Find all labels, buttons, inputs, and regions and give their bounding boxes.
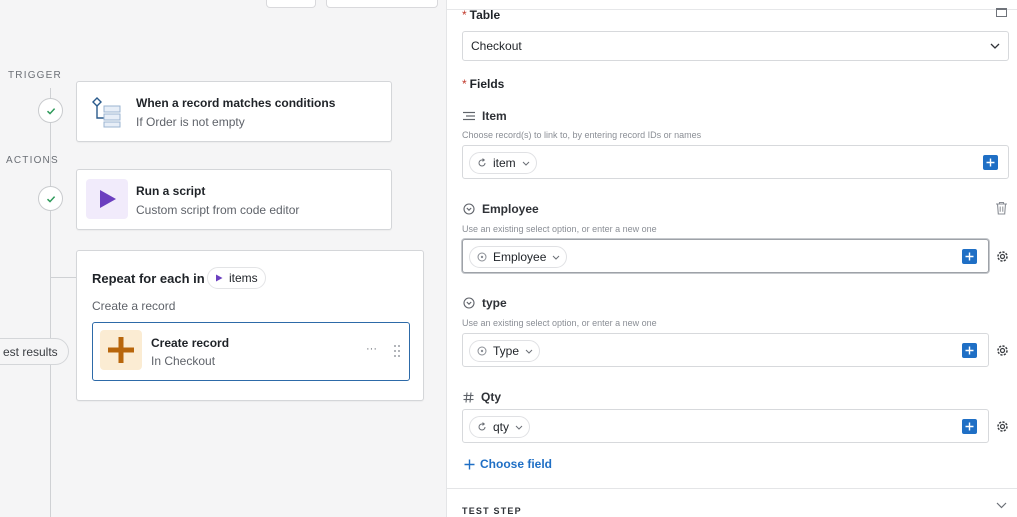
run-script-card[interactable]: Run a script Custom script from code edi… [76, 169, 392, 230]
item-token[interactable]: item [469, 152, 537, 174]
step-config-panel: * Table Checkout * Fields Item Choose reco… [446, 0, 1017, 517]
field-type-header: type [463, 296, 507, 310]
workflow-canvas: TRIGGER ACTIONS When a record matches co… [0, 0, 446, 517]
add-type-button[interactable] [962, 343, 977, 358]
test-step-section[interactable]: TEST STEP [447, 488, 1017, 517]
chevron-down-icon [553, 255, 560, 260]
plus-icon [965, 346, 974, 355]
check-icon [46, 107, 55, 115]
refresh-icon [478, 422, 486, 431]
toolbar-button-stub[interactable] [326, 0, 438, 8]
employee-token[interactable]: Employee [469, 246, 568, 268]
type-token-label: Type [493, 344, 520, 358]
number-field-icon [463, 391, 474, 403]
select-field-icon [463, 203, 475, 215]
field-employee-name: Employee [482, 202, 539, 216]
clock-icon [477, 346, 487, 356]
field-item-hint: Choose record(s) to link to, by entering… [462, 130, 702, 140]
create-record-subtitle: In Checkout [151, 354, 216, 368]
fields-label: * Fields [462, 77, 505, 91]
play-icon [86, 179, 128, 219]
chevron-down-icon [525, 349, 533, 354]
field-qty-header: Qty [463, 390, 501, 404]
field-employee-hint: Use an existing select option, or enter … [462, 224, 657, 234]
gear-icon[interactable] [995, 419, 1010, 434]
plus-icon [965, 252, 974, 261]
test-results-button[interactable]: est results [0, 338, 69, 365]
test-step-label: TEST STEP [462, 506, 522, 516]
plus-icon [986, 158, 995, 167]
chevron-down-icon [996, 502, 1007, 509]
trigger-section-label: TRIGGER [8, 70, 62, 81]
plus-icon [464, 459, 475, 469]
qty-token-label: qty [493, 420, 510, 434]
trigger-status-check [38, 98, 63, 123]
item-token-label: item [493, 156, 516, 170]
field-item-input[interactable]: item [462, 145, 1009, 179]
plus-icon [965, 422, 974, 431]
check-icon [46, 195, 55, 203]
field-type-input[interactable]: Type [462, 333, 989, 367]
toolbar-button-stub[interactable] [266, 0, 316, 8]
script-subtitle: Custom script from code editor [136, 203, 300, 217]
refresh-icon [478, 158, 486, 167]
items-chip-label: items [229, 271, 258, 285]
test-results-label: est results [3, 344, 58, 359]
select-field-icon [463, 297, 475, 309]
plus-icon [100, 330, 142, 370]
field-item-name: Item [482, 109, 507, 123]
panel-divider [447, 9, 1017, 10]
repeat-group-card[interactable]: Repeat for each in items Create a record… [76, 250, 424, 401]
conditions-icon [86, 91, 128, 131]
chevron-down-icon [515, 425, 523, 430]
drag-handle-icon[interactable] [393, 344, 401, 363]
repeat-subtitle: Create a record [92, 299, 176, 313]
play-icon [216, 274, 223, 282]
field-type-name: type [482, 296, 507, 310]
flow-connector [50, 88, 51, 338]
clock-icon [477, 252, 487, 262]
table-select-value: Checkout [471, 39, 522, 53]
field-employee-header: Employee [463, 202, 539, 216]
field-item-header: Item [463, 109, 507, 123]
table-select[interactable]: Checkout [462, 31, 1009, 61]
script-title: Run a script [136, 184, 206, 198]
flow-branch-connector [50, 277, 76, 278]
trigger-subtitle: If Order is not empty [136, 115, 245, 129]
create-record-card[interactable]: Create record In Checkout ··· [92, 322, 410, 381]
add-qty-button[interactable] [962, 419, 977, 434]
employee-token-label: Employee [493, 250, 547, 264]
flow-connector [50, 364, 51, 517]
action-status-check [38, 186, 63, 211]
gear-icon[interactable] [995, 249, 1010, 264]
chevron-down-icon [990, 43, 1000, 49]
create-record-title: Create record [151, 336, 230, 350]
add-employee-button[interactable] [962, 249, 977, 264]
field-qty-input[interactable]: qty [462, 409, 989, 443]
trigger-card[interactable]: When a record matches conditions If Orde… [76, 81, 392, 142]
add-item-button[interactable] [983, 155, 998, 170]
type-token[interactable]: Type [469, 340, 541, 362]
gear-icon[interactable] [995, 343, 1010, 358]
field-qty-name: Qty [481, 390, 502, 404]
link-field-icon [463, 111, 475, 121]
more-options-button[interactable]: ··· [366, 343, 377, 355]
expand-icon[interactable] [996, 8, 1007, 17]
trash-icon[interactable] [995, 201, 1008, 215]
choose-field-button[interactable]: Choose field [464, 457, 552, 471]
trigger-title: When a record matches conditions [136, 96, 336, 110]
qty-token[interactable]: qty [469, 416, 531, 438]
repeat-title: Repeat for each in [92, 271, 205, 286]
field-employee-input[interactable]: Employee [462, 239, 989, 273]
field-type-hint: Use an existing select option, or enter … [462, 318, 657, 328]
table-label: * Table [462, 8, 501, 22]
chevron-down-icon [522, 161, 530, 166]
repeat-items-chip[interactable]: items [207, 267, 266, 289]
choose-field-label: Choose field [480, 457, 553, 471]
